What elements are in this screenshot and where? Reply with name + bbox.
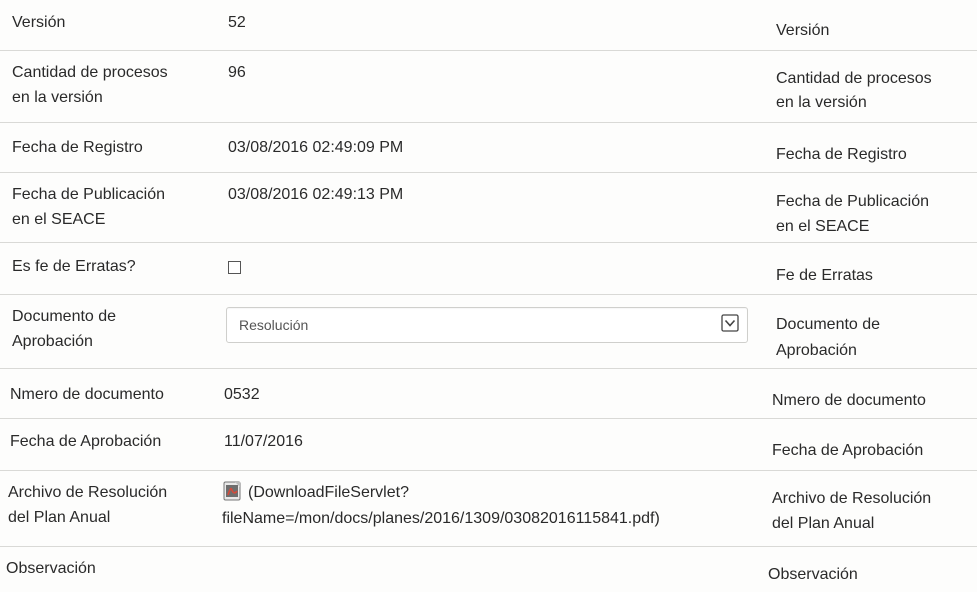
value-registration-date: 03/08/2016 02:49:09 PM: [228, 139, 404, 156]
right-label-version: Versión: [776, 22, 830, 39]
label-errata: Es fe de Erratas?: [12, 258, 136, 275]
right-label-process-count-line2: en la versión: [776, 94, 867, 111]
row-approval-date: Fecha de Aprobación 11/07/2016 Fecha de …: [0, 418, 977, 471]
value-approval-date: 11/07/2016: [224, 433, 303, 450]
value-publication-date: 03/08/2016 02:49:13 PM: [228, 186, 404, 203]
value-document-number: 0532: [224, 386, 260, 403]
label-approval-date: Fecha de Aprobación: [10, 433, 162, 450]
value-process-count: 96: [228, 64, 246, 81]
row-registration-date: Fecha de Registro 03/08/2016 02:49:09 PM…: [0, 122, 977, 173]
label-approval-document-line1: Documento de: [12, 308, 117, 325]
label-document-number: Nmero de documento: [10, 386, 164, 403]
right-label-observation: Observación: [768, 566, 858, 583]
label-version: Versión: [12, 14, 66, 31]
errata-checkbox-wrap: [228, 255, 241, 282]
row-document-number: Nmero de documento 0532 Nmero de documen…: [0, 368, 977, 419]
right-label-resolution-file-line1: Archivo de Resolución: [772, 490, 932, 507]
label-observation: Observación: [6, 560, 96, 577]
label-process-count-line2: en la versión: [12, 89, 103, 106]
resolution-file-link-line2[interactable]: fileName=/mon/docs/planes/2016/1309/0308…: [222, 507, 660, 531]
pdf-file-icon[interactable]: [222, 481, 242, 501]
right-label-approval-document-line2: Aprobación: [776, 342, 857, 359]
row-approval-document: Documento de Aprobación Resolución Docum…: [0, 294, 977, 369]
resolution-file-link[interactable]: (DownloadFileServlet?: [222, 481, 409, 505]
right-label-publication-date-line2: en el SEACE: [776, 218, 870, 235]
label-resolution-file-line1: Archivo de Resolución: [8, 484, 168, 501]
value-version: 52: [228, 14, 246, 31]
resolution-file-link-line1[interactable]: (DownloadFileServlet?: [248, 484, 409, 501]
errata-checkbox[interactable]: [228, 261, 241, 274]
right-label-process-count-line1: Cantidad de procesos: [776, 70, 932, 87]
row-process-count: Cantidad de procesos en la versión 96 Ca…: [0, 50, 977, 123]
row-version: Versión 52 Versión: [0, 0, 977, 50]
label-process-count-line1: Cantidad de procesos: [12, 64, 168, 81]
right-label-resolution-file-line2: del Plan Anual: [772, 515, 875, 532]
label-resolution-file-line2: del Plan Anual: [8, 509, 111, 526]
label-approval-document-line2: Aprobación: [12, 333, 93, 350]
label-registration-date: Fecha de Registro: [12, 139, 143, 156]
right-label-registration-date: Fecha de Registro: [776, 146, 907, 163]
right-label-document-number: Nmero de documento: [772, 392, 926, 409]
approval-document-select[interactable]: Resolución: [226, 307, 748, 343]
right-label-errata: Fe de Erratas: [776, 267, 873, 284]
right-label-publication-date-line1: Fecha de Publicación: [776, 193, 929, 210]
right-label-approval-date: Fecha de Aprobación: [772, 442, 924, 459]
row-publication-date: Fecha de Publicación en el SEACE 03/08/2…: [0, 172, 977, 243]
plan-version-detail: Versión 52 Versión Cantidad de procesos …: [0, 0, 977, 591]
row-resolution-file: Archivo de Resolución del Plan Anual (Do…: [0, 470, 977, 547]
row-errata: Es fe de Erratas? Fe de Erratas: [0, 242, 977, 295]
approval-document-selected-value: Resolución: [239, 317, 309, 333]
chevron-down-icon[interactable]: [721, 314, 739, 332]
row-observation: Observación Observación: [0, 546, 977, 592]
label-publication-date-line2: en el SEACE: [12, 211, 106, 228]
right-label-approval-document-line1: Documento de: [776, 316, 881, 333]
label-publication-date-line1: Fecha de Publicación: [12, 186, 165, 203]
